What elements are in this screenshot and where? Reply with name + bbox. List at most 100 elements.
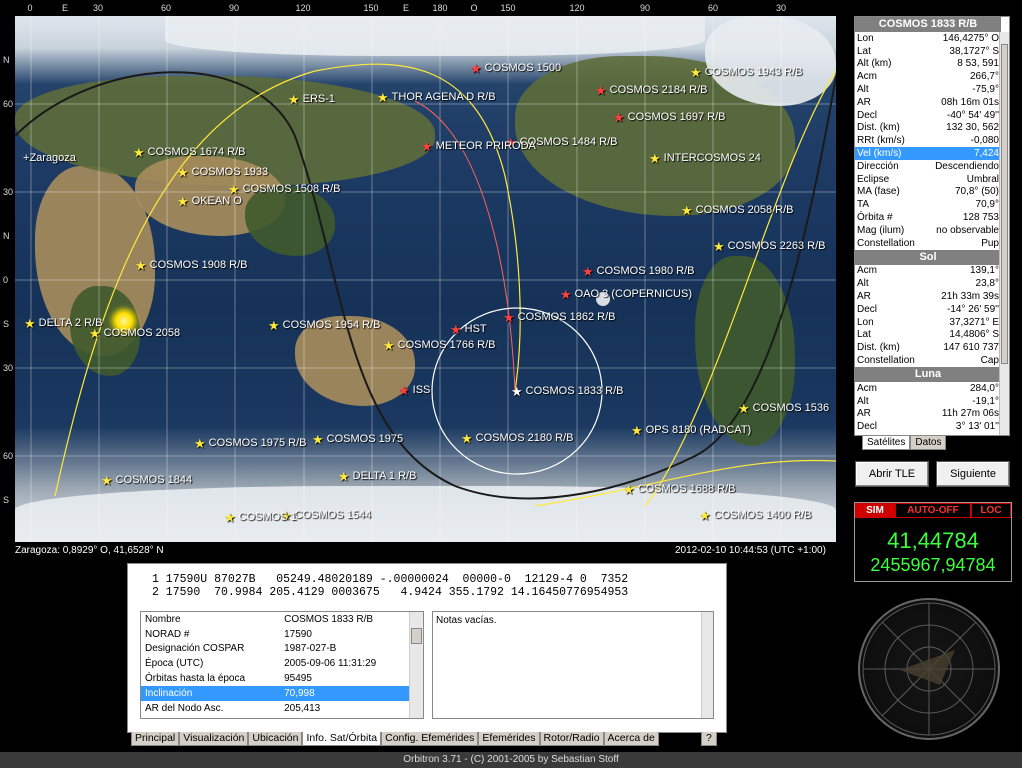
tab-4[interactable]: Config. Efemérides [381,732,479,746]
table-row[interactable]: Lat 14,4806° S [855,329,1001,342]
moon-data-table[interactable]: Acm 284,0° Alt -19,1° AR 11h 27m 06s Decl 3° 13… [855,382,1001,433]
table-row[interactable]: Lon 37,3271° E [855,316,1001,329]
satellite-marker[interactable]: ★ COSMOS 1766 R/B [383,339,495,352]
table-row[interactable]: Dirección Descendiendo [855,160,1001,173]
table-row[interactable]: Alt -19,1° [855,395,1001,408]
table-row[interactable]: Vel (km/s) 7,424 [855,147,1001,160]
satellite-marker[interactable]: ★ COSMOS 1933 [177,166,268,179]
satellite-marker[interactable]: ★ METEOR PRIRODA [421,140,536,153]
table-row[interactable]: Inclinación 70,998 [141,685,409,701]
table-row[interactable]: AR 08h 16m 01s [855,96,1001,109]
satellite-marker[interactable]: ★ DELTA 1 R/B [338,470,416,483]
table-row[interactable]: RRt (km/s) -0,080 [855,134,1001,147]
satellite-marker[interactable]: ★ COSMOS 2058 [89,327,180,340]
table-row[interactable]: Nombre COSMOS 1833 R/B [141,612,409,627]
satellite-marker[interactable]: ★ THOR AGENA D R/B [377,91,496,104]
table-row[interactable]: Dist. (km) 147 610 737 [855,341,1001,354]
tab-0[interactable]: Principal [131,732,180,746]
table-row[interactable]: AR del Nodo Asc. 205,413 [141,701,409,716]
loc-button[interactable]: LOC [971,503,1011,518]
satellite-marker[interactable]: ★ ERS-1 [288,93,335,106]
table-row[interactable]: Órbitas hasta la época 95495 [141,671,409,686]
open-tle-button[interactable]: Abrir TLE [855,461,929,487]
satellite-marker[interactable]: ★ COSMOS 1536 [738,402,829,415]
table-row[interactable]: TA 70,9° [855,198,1001,211]
table-row[interactable]: MA (fase) 70,8° (50) [855,186,1001,199]
table-row[interactable]: Decl 3° 13' 01'' [855,420,1001,433]
satellite-marker[interactable]: ★ COSMOS 1844 [101,474,192,487]
satellite-marker[interactable]: ★ COSMOS 1943 R/B [690,66,802,79]
satellite-marker[interactable]: ★ COSMOS 1500 [470,62,561,75]
tab-2[interactable]: Ubicación [248,732,303,746]
next-button[interactable]: Siguiente [936,461,1010,487]
table-row[interactable]: Decl -40° 54' 49'' [855,109,1001,122]
tab-7[interactable]: Acerca de [603,732,659,746]
tle-text[interactable]: 1 17590U 87027B 05249.48020189 -.0000002… [152,573,628,599]
sim-button[interactable]: SIM [855,503,895,518]
panel-scrollbar[interactable] [999,32,1009,435]
tab-5[interactable]: Efemérides [478,732,540,746]
satellite-marker[interactable]: ★ INTERCOSMOS 24 [649,152,761,165]
table-row[interactable]: AR 21h 33m 39s [855,290,1001,303]
satellite-marker[interactable]: ★ COSMOS 1975 R/B [194,437,306,450]
table-row[interactable]: Dist. (km) 132 30, 562 [855,122,1001,135]
satellite-marker[interactable]: ★ COSMOS 1400 R/B [699,509,811,522]
tab-3[interactable]: Info. Sat/Órbita [302,732,382,746]
table-row[interactable]: AR 11h 27m 06s [855,408,1001,421]
satellite-marker[interactable]: ★ COSMOS 1508 R/B [228,183,340,196]
table-row[interactable]: Acm 139,1° [855,265,1001,278]
table-row[interactable]: Eclipse Umbral [855,173,1001,186]
table-row[interactable]: Alt -75,9° [855,83,1001,96]
satellite-marker[interactable]: ★ COSMOS 1697 R/B [613,111,725,124]
table-row[interactable]: Órbita # 128 753 [855,211,1001,224]
table-row[interactable]: Constellation Cap [855,354,1001,367]
satellite-marker[interactable]: ★ COSMOS 1 [224,511,297,524]
sun-data-table[interactable]: Acm 139,1° Alt 23,8° AR 21h 33m 39s Decl -14° 2… [855,265,1001,367]
tab-6[interactable]: Rotor/Radio [539,732,604,746]
table-row[interactable]: Lat 38,1727° S [855,45,1001,58]
table-row[interactable]: NORAD # 17590 [141,627,409,642]
location-marker[interactable]: +Zaragoza [23,152,76,164]
auto-off-button[interactable]: AUTO-OFF [895,503,971,518]
satellite-marker[interactable]: ★ COSMOS 2180 R/B [461,432,573,445]
world-map[interactable]: +Zaragoza ★ COSMOS 1500 ★ COSMOS 1943 R/B ★ E… [15,16,836,542]
satellite-marker[interactable]: ★ HST [450,323,487,336]
table-row[interactable]: Constellation Pup [855,237,1001,250]
table-row[interactable]: Mag (ilum) no observable [855,224,1001,237]
satellite-marker[interactable]: ★ COSMOS 1975 [312,433,403,446]
radar-display[interactable] [858,598,1000,740]
tab-1[interactable]: Visualización [179,732,249,746]
satellite-marker[interactable]: ★ COSMOS 1862 R/B [503,311,615,324]
satellite-marker[interactable]: ★ COSMOS 1908 R/B [135,259,247,272]
satellite-marker[interactable]: ★ OPS 8180 (RADCAT) [631,424,751,437]
satellite-marker[interactable]: ★ COSMOS 1688 R/B [623,483,735,496]
scrollbar-thumb[interactable] [1001,44,1008,364]
table-row[interactable]: Época (UTC) 2005-09-06 11:31:29 [141,656,409,671]
satellite-marker[interactable]: ★ COSMOS 1980 R/B [582,265,694,278]
table-row[interactable]: Acm 266,7° [855,70,1001,83]
tab-datos[interactable]: Datos [910,436,947,450]
table-row[interactable]: Decl -14° 26' 59'' [855,303,1001,316]
orbit-properties-list[interactable]: Nombre COSMOS 1833 R/B NORAD # 17590 Designa… [140,611,424,719]
properties-scrollbar[interactable] [409,612,423,718]
satellite-marker[interactable]: ★ OKEAN O [177,195,242,208]
help-tab[interactable]: ? [701,732,717,746]
satellite-marker[interactable]: ★ OAO 3 (COPERNICUS) [560,288,692,301]
satellite-marker[interactable]: ★ COSMOS 2058 R/B [681,204,793,217]
table-row[interactable]: Alt (km) 8 53, 591 [855,58,1001,71]
tab-satelites[interactable]: Satélites [862,436,911,450]
table-row[interactable]: Designación COSPAR 1987-027-B [141,642,409,657]
satellite-data-table[interactable]: Lon 146,4275° O Lat 38,1727° S Alt (km) 8 53,… [855,32,1001,250]
satellite-marker[interactable]: ★ COSMOS 1674 R/B [133,146,245,159]
satellite-marker[interactable]: ★ COSMOS 1954 R/B [268,319,380,332]
scrollbar-thumb[interactable] [411,628,422,644]
notes-scrollbar[interactable] [701,612,713,718]
table-row[interactable]: Acm 284,0° [855,382,1001,395]
table-row[interactable]: Alt 23,8° [855,277,1001,290]
table-row[interactable]: Lon 146,4275° O [855,32,1001,45]
notes-textarea[interactable]: Notas vacías. [432,611,714,719]
satellite-marker[interactable]: ★ COSMOS 1833 R/B [511,385,623,398]
satellite-marker[interactable]: ★ COSMOS 2263 R/B [713,240,825,253]
satellite-marker[interactable]: ★ COSMOS 2184 R/B [595,84,707,97]
satellite-marker[interactable]: ★ ISS [398,384,430,397]
